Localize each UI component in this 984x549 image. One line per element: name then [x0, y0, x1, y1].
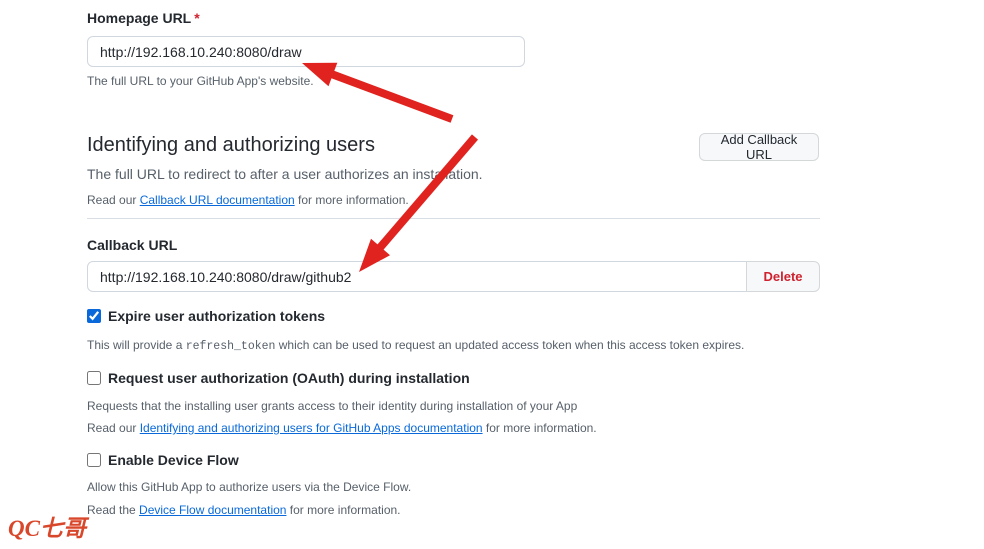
oauth-install-docs-suffix: for more information.: [483, 421, 597, 435]
watermark-signature: QC七哥: [8, 516, 86, 542]
callback-docs-prefix: Read our: [87, 193, 140, 207]
oauth-install-row: Request user authorization (OAuth) durin…: [87, 371, 470, 386]
homepage-url-label-text: Homepage URL: [87, 10, 191, 26]
callback-docs-note: Read our Callback URL documentation for …: [87, 192, 409, 208]
section-divider: [87, 218, 820, 219]
callback-url-input[interactable]: [87, 261, 747, 292]
identifying-section-description: The full URL to redirect to after a user…: [87, 165, 483, 183]
oauth-install-label[interactable]: Request user authorization (OAuth) durin…: [108, 371, 470, 386]
identifying-section-heading: Identifying and authorizing users: [87, 132, 375, 158]
device-flow-row: Enable Device Flow: [87, 453, 239, 468]
annotation-arrow-homepage: [302, 63, 452, 119]
expire-tokens-checkbox[interactable]: [87, 309, 101, 323]
oauth-install-help: Requests that the installing user grants…: [87, 398, 577, 414]
github-app-settings-page: Homepage URL* The full URL to your GitHu…: [0, 0, 984, 549]
device-flow-checkbox[interactable]: [87, 453, 101, 467]
device-flow-help: Allow this GitHub App to authorize users…: [87, 479, 411, 495]
expire-tokens-help-prefix: This will provide a: [87, 338, 186, 352]
arrow-shaft: [325, 72, 452, 119]
expire-tokens-help-suffix: which can be used to request an updated …: [275, 338, 744, 352]
oauth-install-docs-prefix: Read our: [87, 421, 140, 435]
required-asterisk: *: [194, 10, 199, 26]
homepage-url-label: Homepage URL*: [87, 10, 200, 26]
oauth-install-docs-note: Read our Identifying and authorizing use…: [87, 420, 597, 436]
device-flow-docs-note: Read the Device Flow documentation for m…: [87, 502, 401, 518]
device-flow-docs-prefix: Read the: [87, 503, 139, 517]
refresh-token-code: refresh_token: [186, 340, 276, 353]
device-flow-docs-suffix: for more information.: [286, 503, 400, 517]
device-flow-label[interactable]: Enable Device Flow: [108, 453, 239, 468]
expire-tokens-row: Expire user authorization tokens: [87, 309, 325, 324]
homepage-url-input[interactable]: [87, 36, 525, 67]
add-callback-url-button[interactable]: Add Callback URL: [699, 133, 819, 161]
oauth-install-checkbox[interactable]: [87, 371, 101, 385]
homepage-url-note: The full URL to your GitHub App's websit…: [87, 73, 314, 89]
expire-tokens-help: This will provide a refresh_token which …: [87, 337, 744, 355]
callback-url-documentation-link[interactable]: Callback URL documentation: [140, 193, 295, 207]
expire-tokens-label[interactable]: Expire user authorization tokens: [108, 309, 325, 324]
callback-docs-suffix: for more information.: [295, 193, 409, 207]
callback-url-label: Callback URL: [87, 237, 177, 253]
delete-callback-url-button[interactable]: Delete: [746, 261, 820, 292]
callback-url-group: Delete: [87, 261, 820, 292]
device-flow-documentation-link[interactable]: Device Flow documentation: [139, 503, 286, 517]
identifying-authorizing-docs-link[interactable]: Identifying and authorizing users for Gi…: [140, 421, 483, 435]
